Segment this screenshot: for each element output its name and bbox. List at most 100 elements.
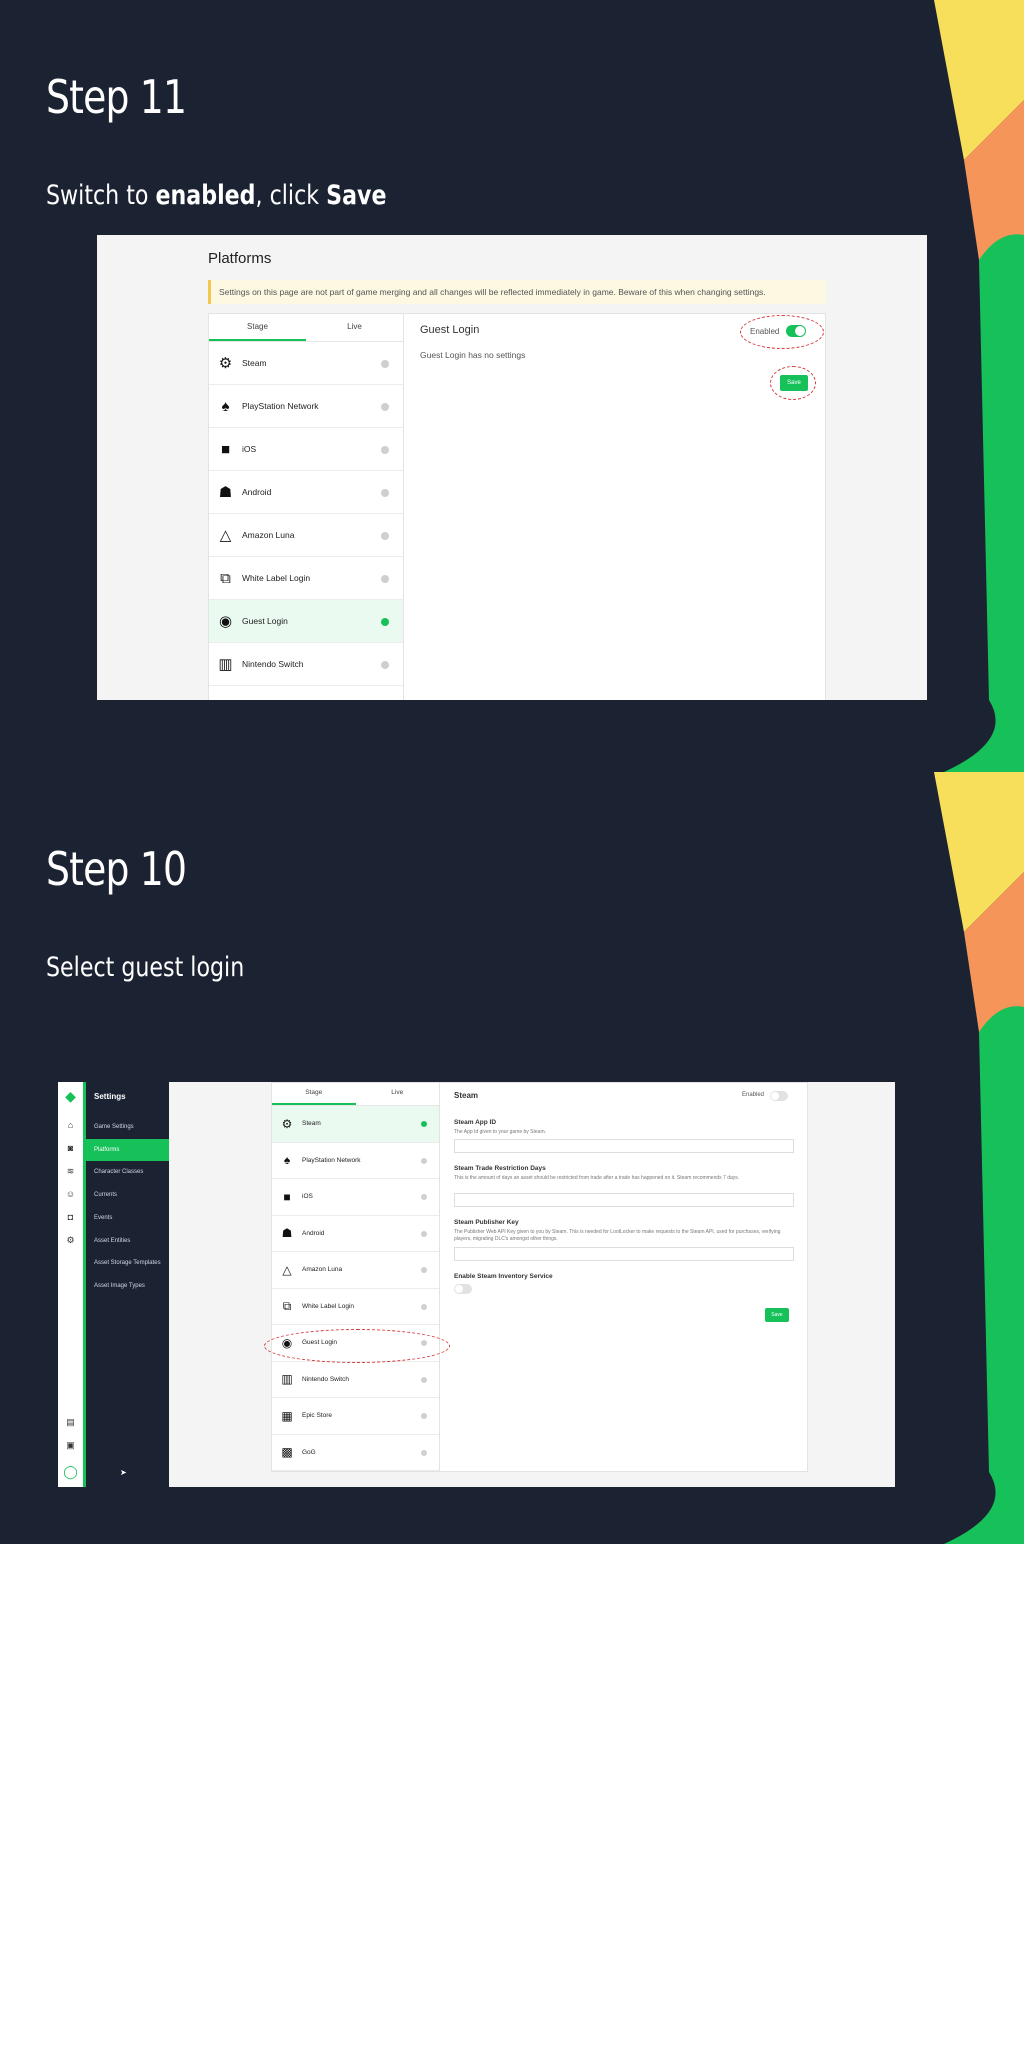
field-label: Steam Trade Restriction Days — [454, 1165, 546, 1172]
step-instruction: Switch to enabled, click Save — [46, 180, 387, 211]
luna-icon: △ — [219, 527, 232, 544]
platform-item[interactable]: ⚙ Steam — [272, 1106, 439, 1143]
platform-item[interactable]: ☗ Android — [209, 471, 403, 514]
android-icon: ☗ — [281, 1226, 293, 1241]
corner-decoration — [934, 772, 1024, 1544]
status-dot — [421, 1230, 427, 1237]
nav-item[interactable]: Currents — [86, 1184, 169, 1206]
platform-item[interactable]: ▦ Epic Store — [272, 1398, 439, 1435]
apple-icon: ■ — [220, 440, 231, 458]
gog-icon: ▩ — [281, 1445, 293, 1460]
platform-label: Epic Store — [302, 1412, 332, 1420]
platform-label: White Label Login — [302, 1302, 355, 1310]
nav-item[interactable]: Asset Image Types — [86, 1275, 169, 1297]
icon-sidebar: ◆ ⌂ ◙ ≋ ☺ ◘ ⚙ ▤ ▣ ◯ — [58, 1082, 86, 1487]
platform-item[interactable]: ■ iOS — [209, 428, 403, 471]
step-title: Step 10 — [46, 842, 187, 896]
playstation-icon: ♠ — [283, 1153, 291, 1168]
detail-text: Guest Login has no settings — [420, 350, 526, 360]
field-label: Steam Publisher Key — [454, 1219, 519, 1226]
platform-item[interactable]: △ Amazon Luna — [272, 1252, 439, 1289]
platform-label: Guest Login — [242, 616, 288, 626]
status-dot — [381, 359, 389, 368]
nav-item[interactable]: Asset Entities — [86, 1230, 169, 1252]
platform-item[interactable]: ⧉ White Label Login — [272, 1289, 439, 1325]
warning-banner: Settings on this page are not part of ga… — [208, 280, 826, 304]
publisher-key-input[interactable] — [454, 1247, 794, 1261]
status-dot — [421, 1376, 427, 1383]
platform-item[interactable]: ◉ Guest Login — [209, 600, 403, 643]
annotation-circle-save — [770, 366, 816, 400]
book-icon[interactable]: ▤ — [58, 1417, 83, 1428]
platform-item[interactable]: ♠ PlayStation Network — [272, 1143, 439, 1179]
step-title: Step 11 — [46, 70, 187, 124]
steam-app-id-input[interactable] — [454, 1139, 794, 1153]
inbox-icon[interactable]: ▣ — [58, 1440, 83, 1451]
save-button[interactable]: Save — [765, 1308, 789, 1322]
white-label-icon: ⧉ — [220, 569, 231, 587]
inventory-label: Enable Steam Inventory Service — [454, 1273, 553, 1280]
platform-label: PlayStation Network — [242, 401, 319, 411]
tab-stage[interactable]: Stage — [209, 314, 306, 341]
status-dot — [381, 445, 389, 454]
tab-stage[interactable]: Stage — [272, 1083, 356, 1105]
luna-icon: △ — [282, 1262, 292, 1277]
nav-item[interactable]: Asset Storage Templates — [86, 1252, 169, 1274]
status-dot — [381, 660, 389, 669]
nav-item[interactable]: Game Settings — [86, 1116, 169, 1138]
platform-item[interactable]: ▥ Nintendo Switch — [272, 1362, 439, 1398]
playstation-icon: ♠ — [221, 397, 230, 415]
status-dot — [381, 488, 389, 497]
platform-label: Amazon Luna — [242, 530, 295, 540]
platform-item[interactable]: △ Amazon Luna — [209, 514, 403, 557]
step-10-slide: Step 10 Select guest login ◆ ⌂ ◙ ≋ ☺ ◘ ⚙… — [0, 772, 1024, 1544]
status-dot — [381, 574, 389, 583]
layers-icon[interactable]: ≋ — [58, 1166, 83, 1177]
platform-item[interactable]: ⧉ White Label Login — [209, 557, 403, 600]
gamepad-icon[interactable]: ◙ — [58, 1143, 83, 1153]
platform-detail: Guest Login Guest Login has no settings … — [403, 313, 826, 700]
tab-live[interactable]: Live — [306, 314, 403, 341]
platform-item[interactable]: ■ iOS — [272, 1179, 439, 1216]
switch-icon: ▥ — [218, 656, 233, 673]
user-icon[interactable]: ☺ — [58, 1189, 83, 1199]
platform-item[interactable]: ⚙ Steam — [209, 342, 403, 385]
platform-item[interactable]: ♠ PlayStation Network — [209, 385, 403, 428]
nav-item[interactable]: Platforms — [86, 1138, 169, 1161]
status-dot — [421, 1194, 427, 1201]
controller-icon[interactable]: ◘ — [58, 1212, 83, 1222]
epic-icon: ▦ — [281, 1408, 293, 1423]
platform-label: Android — [302, 1229, 325, 1237]
home-icon[interactable]: ⌂ — [58, 1120, 83, 1130]
inventory-toggle[interactable] — [454, 1284, 472, 1294]
page-title: Platforms — [208, 250, 272, 267]
trade-restriction-input[interactable] — [454, 1193, 794, 1207]
platform-label: Amazon Luna — [302, 1266, 343, 1274]
status-dot — [421, 1267, 427, 1274]
screenshot-step-10: ◆ ⌂ ◙ ≋ ☺ ◘ ⚙ ▤ ▣ ◯ Settings Game Settin… — [58, 1082, 895, 1487]
status-dot — [421, 1413, 427, 1420]
platform-label: iOS — [302, 1193, 313, 1201]
platform-list: Stage Live ⚙ Steam ♠ PlayStation Network ■ iO… — [271, 1082, 440, 1472]
gear-icon[interactable]: ⚙ — [58, 1235, 83, 1246]
platform-label: PlayStation Network — [302, 1156, 361, 1164]
platform-label: GoG — [302, 1448, 316, 1456]
tab-live[interactable]: Live — [356, 1083, 440, 1105]
status-dot — [381, 617, 389, 626]
screenshot-step-11: Platforms Settings on this page are not … — [97, 235, 927, 700]
platform-item[interactable]: ▩ GoG — [272, 1435, 439, 1471]
platform-item[interactable]: ▥ Nintendo Switch — [209, 643, 403, 686]
blank-area — [0, 1544, 1024, 2048]
nav-item[interactable]: Character Classes — [86, 1161, 169, 1183]
platform-label: Nintendo Switch — [242, 659, 304, 669]
avatar[interactable]: ◯ — [58, 1464, 83, 1480]
enabled-toggle[interactable] — [770, 1091, 788, 1101]
switch-icon: ▥ — [281, 1372, 293, 1387]
field-help: The Publisher Web API Key given to you b… — [454, 1229, 781, 1242]
platform-item[interactable]: ☗ Android — [272, 1216, 439, 1252]
platform-label: Android — [242, 487, 272, 497]
nav-item[interactable]: Events — [86, 1207, 169, 1229]
steam-icon: ⚙ — [281, 1116, 293, 1131]
status-dot — [421, 1157, 427, 1164]
field-label: Steam App ID — [454, 1119, 497, 1126]
